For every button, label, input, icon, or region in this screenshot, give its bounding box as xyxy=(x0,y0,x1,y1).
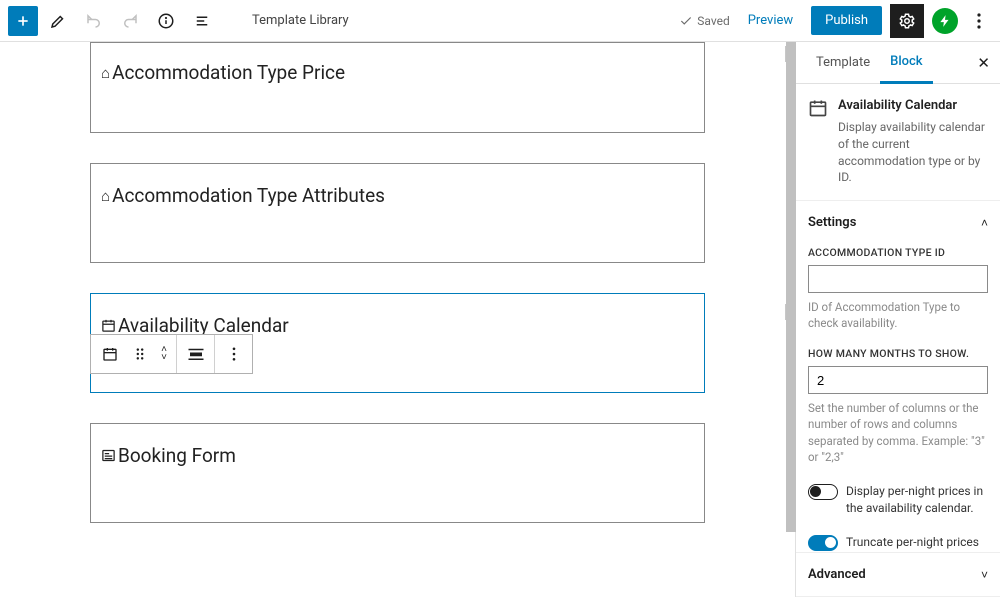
editor-canvas[interactable]: ⌂ Accommodation Type Price ⌂ Accommodati… xyxy=(0,42,795,597)
block-align-button[interactable] xyxy=(177,335,214,373)
info-button[interactable] xyxy=(150,5,182,37)
block-info-title: Availability Calendar xyxy=(838,98,988,113)
block-attributes[interactable]: ⌂ Accommodation Type Attributes xyxy=(90,163,705,263)
calendar-icon xyxy=(808,98,828,186)
toggle-prices: Display per-night prices in the availabi… xyxy=(808,483,988,517)
tab-template[interactable]: Template xyxy=(806,43,880,82)
block-info-description: Display availability calendar of the cur… xyxy=(838,119,988,186)
add-block-button[interactable] xyxy=(8,6,38,36)
settings-panel-title: Settings xyxy=(808,215,856,230)
plus-icon xyxy=(15,13,31,29)
info-icon xyxy=(157,12,175,30)
field-label: ACCOMMODATION TYPE ID xyxy=(808,246,988,259)
house-icon: ⌂ xyxy=(101,187,110,205)
kebab-icon xyxy=(977,13,981,29)
bolt-icon xyxy=(938,14,952,28)
align-icon xyxy=(187,347,205,361)
block-type-button[interactable] xyxy=(91,335,128,373)
block-price-title: Accommodation Type Price xyxy=(112,61,345,84)
saved-label: Saved xyxy=(697,14,729,28)
toggle-label: Display per-night prices in the availabi… xyxy=(846,483,988,517)
sidebar-tabs: Template Block ✕ xyxy=(796,42,1000,84)
redo-icon xyxy=(121,12,139,30)
field-accommodation-id: ACCOMMODATION TYPE ID ID of Accommodatio… xyxy=(808,246,988,331)
undo-button[interactable] xyxy=(78,5,110,37)
block-toolbar: ˄ ˅ xyxy=(90,334,253,374)
block-move-buttons[interactable]: ˄ ˅ xyxy=(152,335,176,373)
preview-button[interactable]: Preview xyxy=(738,7,803,34)
kebab-icon xyxy=(232,347,236,361)
form-icon xyxy=(101,448,116,463)
advanced-panel-toggle[interactable]: Advanced ˅ xyxy=(808,567,988,582)
toggle-truncate-prices[interactable] xyxy=(808,535,838,551)
outline-button[interactable] xyxy=(186,5,218,37)
redo-button[interactable] xyxy=(114,5,146,37)
editor-top-bar: Template Library Saved Preview Publish xyxy=(0,0,1000,42)
gear-icon xyxy=(898,12,916,30)
advanced-panel: Advanced ˅ xyxy=(796,553,1000,597)
toggle-truncate: Truncate per-night prices in the availab… xyxy=(808,534,988,553)
block-more-button[interactable] xyxy=(215,335,252,373)
settings-sidebar: Template Block ✕ Availability Calendar D… xyxy=(795,42,1000,597)
chevron-down-icon: ˅ xyxy=(161,354,167,362)
block-attributes-title: Accommodation Type Attributes xyxy=(112,184,385,207)
list-icon xyxy=(193,12,211,30)
field-label: HOW MANY MONTHS TO SHOW. xyxy=(808,347,988,360)
field-help: Set the number of columns or the number … xyxy=(808,400,988,464)
block-booking-title: Booking Form xyxy=(118,444,236,467)
toggle-display-prices[interactable] xyxy=(808,484,838,500)
topbar-left-tools: Template Library xyxy=(8,5,349,37)
block-booking[interactable]: Booking Form xyxy=(90,423,705,523)
advanced-panel-title: Advanced xyxy=(808,567,866,582)
chevron-down-icon: ˅ xyxy=(981,568,988,582)
document-title: Template Library xyxy=(252,13,349,28)
publish-button[interactable]: Publish xyxy=(811,6,882,35)
months-input[interactable] xyxy=(808,366,988,394)
settings-button[interactable] xyxy=(890,4,924,38)
topbar-right-tools: Saved Preview Publish xyxy=(679,4,992,38)
settings-panel: Settings ˄ ACCOMMODATION TYPE ID ID of A… xyxy=(796,201,1000,553)
calendar-icon xyxy=(102,346,118,362)
field-help: ID of Accommodation Type to check availa… xyxy=(808,299,988,331)
block-price[interactable]: ⌂ Accommodation Type Price xyxy=(90,42,705,133)
accommodation-id-input[interactable] xyxy=(808,265,988,293)
pencil-icon xyxy=(49,12,67,30)
calendar-icon xyxy=(101,318,116,333)
more-menu-button[interactable] xyxy=(966,4,992,38)
undo-icon xyxy=(85,12,103,30)
saved-status: Saved xyxy=(679,14,729,28)
sidebar-scrollbar[interactable] xyxy=(786,42,796,597)
tab-block[interactable]: Block xyxy=(880,42,932,84)
settings-panel-toggle[interactable]: Settings ˄ xyxy=(808,215,988,230)
edit-mode-button[interactable] xyxy=(42,5,74,37)
jetpack-button[interactable] xyxy=(932,8,958,34)
toggle-label: Truncate per-night prices in the availab… xyxy=(846,534,988,553)
drag-icon xyxy=(135,347,145,361)
house-icon: ⌂ xyxy=(101,64,110,82)
block-info-section: Availability Calendar Display availabili… xyxy=(796,84,1000,201)
chevron-up-icon: ˄ xyxy=(981,216,988,230)
check-icon xyxy=(679,14,693,28)
field-months: HOW MANY MONTHS TO SHOW. Set the number … xyxy=(808,347,988,464)
block-drag-handle[interactable] xyxy=(128,335,152,373)
close-sidebar-button[interactable]: ✕ xyxy=(977,54,990,72)
